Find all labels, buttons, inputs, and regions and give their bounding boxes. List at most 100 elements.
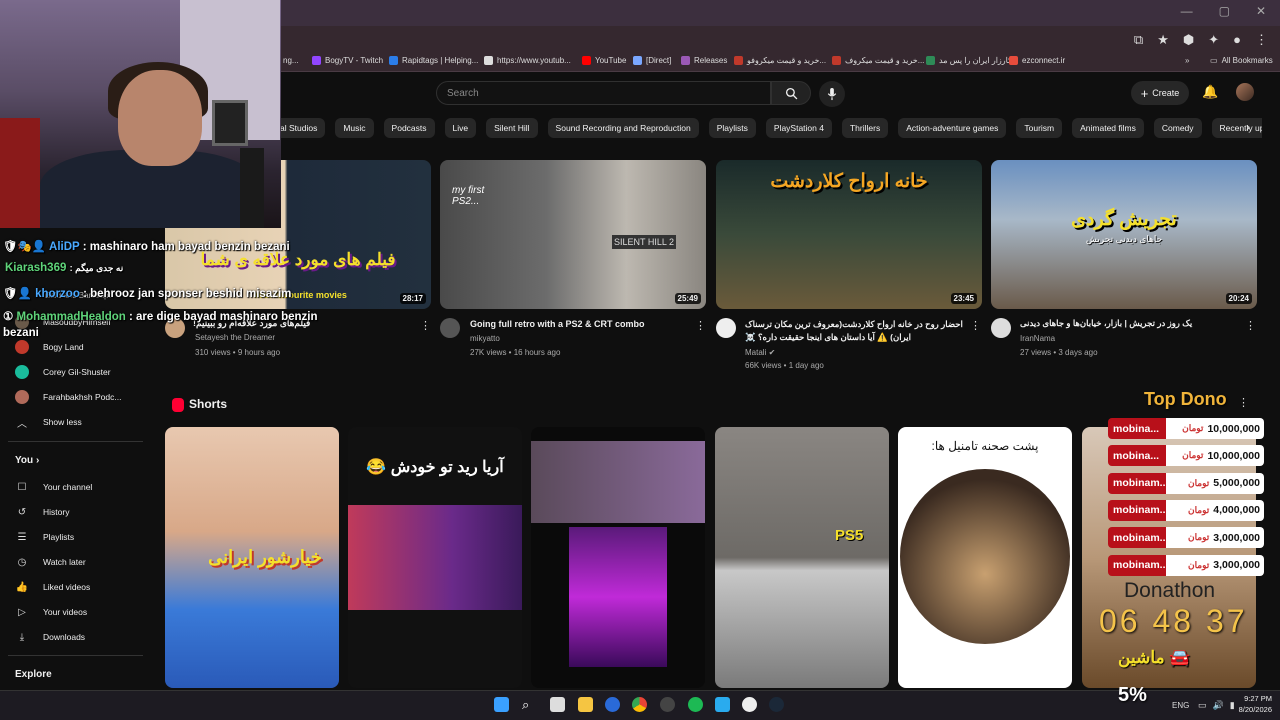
search-button[interactable] bbox=[771, 81, 811, 105]
sidebar-item-your-videos[interactable]: ▷ Your videos bbox=[15, 605, 87, 619]
puzzle-icon[interactable]: ✦ bbox=[1208, 32, 1219, 48]
filter-chip[interactable]: Playlists bbox=[708, 118, 756, 138]
downloads-icon: ⤓ bbox=[19, 631, 25, 643]
profile-icon[interactable]: ● bbox=[1233, 32, 1241, 48]
sidebar-item-channel[interactable]: ☐ Your channel bbox=[15, 480, 93, 494]
channel-name[interactable]: IranNama bbox=[1020, 334, 1055, 343]
show-less-button[interactable]: ︿ Show less bbox=[15, 415, 82, 430]
filter-chip[interactable]: Comedy bbox=[1153, 118, 1202, 138]
filter-chip[interactable]: Silent Hill bbox=[486, 118, 538, 138]
video-title[interactable]: احضار روح در خانه ارواح کلاردشت(معروف تر… bbox=[745, 318, 967, 344]
more-vert-icon[interactable]: ⋮ bbox=[970, 319, 981, 332]
network-icon[interactable]: ▭ bbox=[1198, 700, 1207, 711]
short-video-frame bbox=[531, 441, 705, 523]
battery-icon[interactable]: ▮ bbox=[1230, 700, 1235, 711]
bookmarks-more-icon[interactable]: » bbox=[1185, 56, 1189, 65]
channel-icon: ☐ bbox=[17, 481, 27, 493]
short-thumbnail[interactable]: PS5 bbox=[715, 427, 889, 688]
filter-chip[interactable]: Thrillers bbox=[841, 118, 889, 138]
close-icon[interactable]: ✕ bbox=[1256, 4, 1266, 18]
channel-avatar[interactable] bbox=[716, 318, 736, 338]
spotify-icon[interactable] bbox=[688, 697, 703, 712]
filter-chip[interactable]: Tourism bbox=[1016, 118, 1063, 138]
channel-avatar[interactable] bbox=[440, 318, 460, 338]
sidebar-item-liked[interactable]: 👍 Liked videos bbox=[15, 580, 91, 594]
more-vert-icon[interactable]: ⋮ bbox=[695, 319, 706, 332]
clock[interactable]: 9:27 PM 8/20/2026 bbox=[1239, 693, 1272, 715]
minimize-icon[interactable]: — bbox=[1181, 4, 1193, 18]
channel-name[interactable]: Matali ✔ bbox=[745, 348, 775, 357]
star-icon[interactable]: ★ bbox=[1157, 32, 1169, 48]
bookmark-item[interactable]: YouTube bbox=[582, 56, 626, 65]
bookmark-item[interactable]: Releases bbox=[681, 56, 727, 65]
filter-chip[interactable]: PlayStation 4 bbox=[765, 118, 832, 138]
notifications-bell-icon[interactable]: 🔔 bbox=[1202, 84, 1218, 100]
start-icon[interactable] bbox=[494, 697, 509, 712]
app-icon[interactable] bbox=[742, 697, 757, 712]
bookmark-item[interactable]: خرید و قیمت میکروف... bbox=[832, 56, 924, 65]
search-input[interactable]: Search bbox=[436, 81, 771, 105]
filter-chip[interactable]: Live bbox=[444, 118, 477, 138]
channel-name[interactable]: Setayesh the Dreamer bbox=[195, 333, 275, 342]
filter-chip[interactable]: Music bbox=[335, 118, 374, 138]
bookmark-item[interactable]: BogyTV - Twitch bbox=[312, 56, 383, 65]
channel-avatar[interactable] bbox=[991, 318, 1011, 338]
sidebar-item-history[interactable]: ↺ History bbox=[15, 505, 70, 519]
video-thumbnail[interactable]: خانه ارواح کلاردشت 23:45 bbox=[716, 160, 982, 309]
sidebar-item-watch-later[interactable]: ◷ Watch later bbox=[15, 555, 86, 569]
telegram-icon[interactable] bbox=[715, 697, 730, 712]
bookmark-item[interactable]: Rapidtags | Helping... bbox=[389, 56, 478, 65]
chevron-up-icon: ︿ bbox=[17, 418, 27, 430]
filter-chip[interactable]: Sound Recording and Reproduction bbox=[547, 118, 699, 138]
more-vert-icon[interactable]: ⋮ bbox=[1238, 396, 1249, 409]
sidebar-subscription[interactable]: Bogy Land bbox=[15, 340, 84, 354]
bookmark-item[interactable]: [Direct] bbox=[633, 56, 671, 65]
sidebar-subscription[interactable]: Corey Gil-Shuster bbox=[15, 365, 111, 379]
obs-icon[interactable] bbox=[660, 697, 675, 712]
bookmark-partial[interactable]: ng... bbox=[283, 56, 299, 65]
extension-icon[interactable]: ⬢ bbox=[1183, 32, 1194, 48]
search-icon[interactable]: ⌕ bbox=[522, 697, 537, 712]
short-thumbnail[interactable] bbox=[531, 427, 705, 688]
chrome-icon[interactable] bbox=[632, 697, 647, 712]
all-bookmarks-button[interactable]: ▭ All Bookmarks bbox=[1210, 56, 1273, 65]
sidebar-item-downloads[interactable]: ⤓ Downloads bbox=[15, 630, 85, 644]
more-vert-icon[interactable]: ⋮ bbox=[1245, 319, 1256, 332]
bookmark-item[interactable]: ezconnect.ir bbox=[1009, 56, 1065, 65]
video-thumbnail[interactable]: my first PS2... SILENT HILL 2 25:49 bbox=[440, 160, 706, 309]
menu-icon[interactable]: ⋮ bbox=[1255, 32, 1268, 48]
video-thumbnail[interactable]: تجریش گردی جاهای دیدنی تجریش 20:24 bbox=[991, 160, 1257, 309]
install-icon[interactable]: ⧉ bbox=[1134, 32, 1143, 48]
car-text: ماشین 🚘 bbox=[1118, 648, 1191, 667]
file-explorer-icon[interactable] bbox=[578, 697, 593, 712]
short-thumbnail[interactable]: خیارشور ایرانی bbox=[165, 427, 339, 688]
volume-icon[interactable]: 🔊 bbox=[1213, 700, 1224, 711]
filter-chip[interactable]: Podcasts bbox=[383, 118, 435, 138]
bookmark-item[interactable]: کارزار ایران را پس مد... bbox=[926, 56, 1019, 65]
playlists-icon: ☰ bbox=[17, 531, 27, 543]
steam-icon[interactable] bbox=[769, 697, 784, 712]
task-view-icon[interactable] bbox=[550, 697, 565, 712]
sidebar-subscription[interactable]: Farahbakhsh Podc... bbox=[15, 390, 121, 404]
video-title[interactable]: یک روز در تجریش | بازار، خیابان‌ها و جاه… bbox=[1020, 318, 1242, 329]
short-thumbnail[interactable]: پشت صحنه تامنیل ها: bbox=[898, 427, 1072, 688]
voice-search-button[interactable] bbox=[819, 81, 845, 107]
you-heading[interactable]: You › bbox=[15, 455, 39, 466]
bookmark-favicon-icon bbox=[312, 56, 321, 65]
app-icon[interactable] bbox=[605, 697, 620, 712]
filter-chip[interactable]: Action-adventure games bbox=[898, 118, 1007, 138]
filter-chip[interactable]: Animated films bbox=[1072, 118, 1144, 138]
account-avatar[interactable] bbox=[1236, 83, 1254, 101]
sidebar-item-playlists[interactable]: ☰ Playlists bbox=[15, 530, 75, 544]
bookmark-item[interactable]: https://www.youtub... bbox=[484, 56, 571, 65]
filter-chip[interactable]: Recently up bbox=[1211, 118, 1262, 138]
maximize-icon[interactable]: ▢ bbox=[1219, 4, 1230, 18]
create-button[interactable]: + Create bbox=[1131, 81, 1189, 105]
bookmark-item[interactable]: خرید و قیمت میکروفو... bbox=[734, 56, 826, 65]
channel-name[interactable]: mikyatto bbox=[470, 334, 500, 343]
chevron-right-icon[interactable]: › bbox=[1246, 120, 1250, 134]
more-vert-icon[interactable]: ⋮ bbox=[420, 319, 431, 332]
language-indicator[interactable]: ENG bbox=[1172, 701, 1189, 710]
video-title[interactable]: Going full retro with a PS2 & CRT combo bbox=[470, 319, 690, 329]
short-thumbnail[interactable]: آریا رید تو خودش 😂 bbox=[348, 427, 522, 688]
